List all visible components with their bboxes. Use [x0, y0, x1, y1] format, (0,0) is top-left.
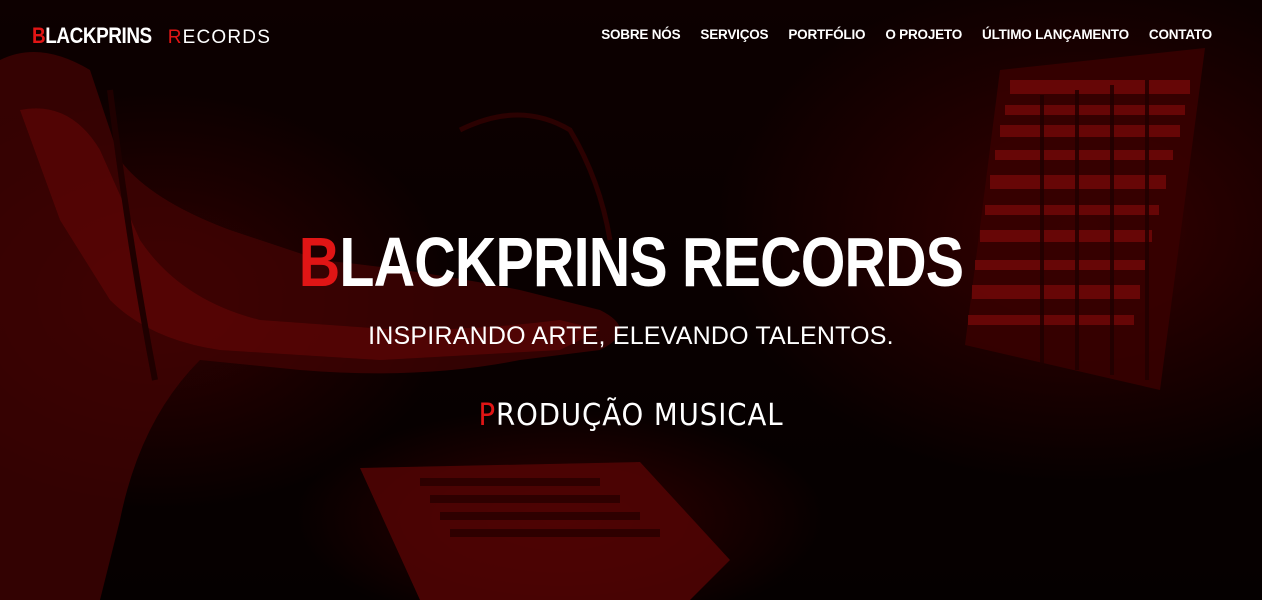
hero-tagline-first-letter: P	[478, 398, 497, 433]
nav-link-contato[interactable]: CONTATO	[1149, 27, 1212, 42]
nav-link-servicos[interactable]: SERVIÇOS	[700, 27, 768, 42]
logo-second-first-letter: R	[167, 27, 183, 48]
nav-link-ultimo-lancamento[interactable]: ÚLTIMO LANÇAMENTO	[982, 27, 1129, 42]
logo-first-letter: B	[32, 23, 46, 48]
logo-records: RECORDS	[168, 26, 271, 50]
hero-title-rest: LACKPRINS RECORDS	[339, 223, 964, 301]
hero-title: BLACKPRINS RECORDS	[114, 222, 1149, 302]
logo-records-rest: ECORDS	[182, 27, 272, 48]
hero-tagline: PRODUÇÃO MUSICAL	[50, 398, 1211, 433]
hero-tagline-rest: RODUÇÃO MUSICAL	[496, 398, 784, 433]
logo-blackprins-rest: LACKPRINS	[45, 23, 152, 48]
logo-blackprins: BLACKPRINS	[32, 24, 152, 48]
nav-link-sobre-nos[interactable]: SOBRE NÓS	[601, 27, 680, 42]
hero-subtitle: INSPIRANDO ARTE, ELEVANDO TALENTOS.	[368, 322, 894, 350]
brand-logo[interactable]: BLACKPRINS RECORDS	[32, 24, 271, 51]
main-navigation: SOBRE NÓS SERVIÇOS PORTFÓLIO O PROJETO Ú…	[601, 27, 1212, 42]
nav-link-o-projeto[interactable]: O PROJETO	[885, 27, 962, 42]
hero-section: BLACKPRINS RECORDS SOBRE NÓS SERVIÇOS PO…	[0, 0, 1262, 600]
nav-link-portfolio[interactable]: PORTFÓLIO	[788, 27, 865, 42]
hero-title-first-letter: B	[298, 223, 340, 301]
